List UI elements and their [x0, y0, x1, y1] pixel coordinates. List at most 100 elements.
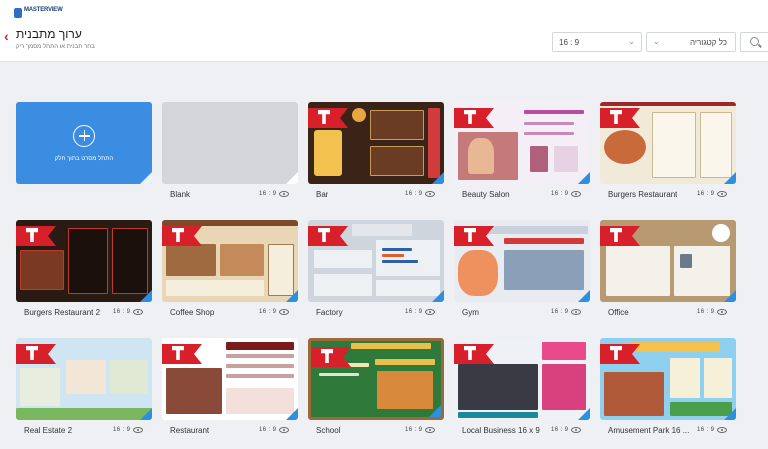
- eye-icon[interactable]: [717, 309, 727, 315]
- corner-fold: [432, 172, 444, 184]
- eye-icon[interactable]: [717, 191, 727, 197]
- page-subtitle: בחר תבנית או התחל מסמך ריק: [16, 44, 95, 50]
- eye-icon[interactable]: [279, 427, 289, 433]
- template-card-office[interactable]: Office 16 : 9: [600, 220, 736, 320]
- plus-icon: [73, 125, 95, 147]
- template-thumb[interactable]: [308, 220, 444, 302]
- template-meta: School 16 : 9: [308, 424, 444, 438]
- template-thumb[interactable]: [162, 338, 298, 420]
- eye-icon[interactable]: [425, 191, 435, 197]
- template-meta: Amusement Park 16 ... 16 : 9: [600, 424, 736, 438]
- search-input[interactable]: [740, 32, 768, 52]
- corner-fold: [140, 408, 152, 420]
- template-ratio: 16 : 9: [697, 309, 715, 315]
- new-template-thumb[interactable]: התחל מסרט בתוך חלק: [16, 102, 152, 184]
- chevron-down-icon: ⌄: [628, 37, 635, 46]
- template-ratio: 16 : 9: [697, 191, 715, 197]
- template-card-factory[interactable]: Factory 16 : 9: [308, 220, 444, 320]
- aspect-ratio-value: 16 : 9: [559, 38, 580, 47]
- corner-fold: [140, 290, 152, 302]
- top-header: MASTERVIEW ‹ ערוך מתבנית בחר תבנית או הת…: [0, 0, 768, 62]
- template-name: School: [316, 426, 341, 435]
- template-card-local-business[interactable]: Local Business 16 x 9 16 : 9: [454, 338, 590, 438]
- eye-icon[interactable]: [133, 427, 143, 433]
- template-thumb[interactable]: [308, 338, 444, 420]
- template-name: Office: [608, 308, 629, 317]
- brand-flag-icon: [311, 347, 351, 367]
- eye-icon[interactable]: [717, 427, 727, 433]
- template-card-amusement-park[interactable]: Amusement Park 16 ... 16 : 9: [600, 338, 736, 438]
- template-ratio: 16 : 9: [405, 309, 423, 315]
- corner-fold: [578, 172, 590, 184]
- template-thumb[interactable]: [16, 220, 152, 302]
- corner-fold: [432, 290, 444, 302]
- category-select[interactable]: כל קטגוריה ⌄: [646, 32, 736, 52]
- template-thumb[interactable]: [16, 338, 152, 420]
- template-card-beauty-salon[interactable]: Beauty Salon 16 : 9: [454, 102, 590, 202]
- corner-fold: [429, 405, 441, 417]
- template-ratio: 16 : 9: [259, 191, 277, 197]
- back-chevron-icon[interactable]: ‹: [4, 29, 16, 43]
- template-grid: התחל מסרט בתוך חלק Blank 16 : 9 Bar 16 :…: [16, 102, 736, 440]
- template-thumb[interactable]: [162, 102, 298, 184]
- new-template-card[interactable]: התחל מסרט בתוך חלק: [16, 102, 152, 202]
- brand-flag-icon: [600, 344, 640, 364]
- template-card-real-estate-2[interactable]: Real Estate 2 16 : 9: [16, 338, 152, 438]
- template-name: Restaurant: [170, 426, 210, 435]
- brand-flag-icon: [454, 108, 494, 128]
- template-ratio: 16 : 9: [405, 191, 423, 197]
- template-ratio: 16 : 9: [113, 309, 131, 315]
- template-name: Coffee Shop: [170, 308, 215, 317]
- brand-flag-icon: [16, 226, 56, 246]
- template-card-coffee-shop[interactable]: Coffee Shop 16 : 9: [162, 220, 298, 320]
- logo-mark: [14, 8, 22, 18]
- eye-icon[interactable]: [571, 427, 581, 433]
- brand-flag-icon: [162, 344, 202, 364]
- eye-icon[interactable]: [279, 309, 289, 315]
- corner-fold: [286, 172, 298, 184]
- corner-fold: [578, 290, 590, 302]
- aspect-ratio-select[interactable]: 16 : 9 ⌄: [552, 32, 642, 52]
- template-name: Burgers Restaurant: [608, 190, 678, 199]
- corner-fold: [286, 290, 298, 302]
- template-ratio: 16 : 9: [551, 309, 569, 315]
- logo-text: MASTERVIEW: [24, 7, 63, 13]
- template-card-blank[interactable]: Blank 16 : 9: [162, 102, 298, 202]
- page-title: ערוך מתבנית: [16, 27, 82, 41]
- eye-icon[interactable]: [279, 191, 289, 197]
- template-name: Burgers Restaurant 2: [24, 308, 101, 317]
- template-thumb[interactable]: [600, 102, 736, 184]
- template-meta: Local Business 16 x 9 16 : 9: [454, 424, 590, 438]
- template-card-burgers-restaurant-2[interactable]: Burgers Restaurant 2 16 : 9: [16, 220, 152, 320]
- template-thumb[interactable]: [162, 220, 298, 302]
- template-meta: Bar 16 : 9: [308, 188, 444, 202]
- eye-icon[interactable]: [571, 309, 581, 315]
- template-meta: Real Estate 2 16 : 9: [16, 424, 152, 438]
- template-thumb[interactable]: [308, 102, 444, 184]
- template-meta: Burgers Restaurant 2 16 : 9: [16, 306, 152, 320]
- template-card-burgers-restaurant[interactable]: Burgers Restaurant 16 : 9: [600, 102, 736, 202]
- brand-flag-icon: [600, 226, 640, 246]
- brand-flag-icon: [308, 226, 348, 246]
- template-meta: Restaurant 16 : 9: [162, 424, 298, 438]
- chevron-down-icon: ⌄: [653, 37, 660, 46]
- template-thumb[interactable]: [454, 338, 590, 420]
- eye-icon[interactable]: [425, 309, 435, 315]
- template-thumb[interactable]: [454, 220, 590, 302]
- brand-flag-icon: [600, 108, 640, 128]
- template-thumb[interactable]: [600, 220, 736, 302]
- eye-icon[interactable]: [571, 191, 581, 197]
- template-meta: Office 16 : 9: [600, 306, 736, 320]
- template-name: Blank: [170, 190, 191, 199]
- template-thumb[interactable]: [600, 338, 736, 420]
- template-name: Factory: [316, 308, 343, 317]
- template-card-school[interactable]: School 16 : 9: [308, 338, 444, 438]
- template-name: Gym: [462, 308, 479, 317]
- template-thumb[interactable]: [454, 102, 590, 184]
- template-card-bar[interactable]: Bar 16 : 9: [308, 102, 444, 202]
- template-card-gym[interactable]: Gym 16 : 9: [454, 220, 590, 320]
- eye-icon[interactable]: [425, 427, 435, 433]
- template-card-restaurant[interactable]: Restaurant 16 : 9: [162, 338, 298, 438]
- eye-icon[interactable]: [133, 309, 143, 315]
- template-meta: Coffee Shop 16 : 9: [162, 306, 298, 320]
